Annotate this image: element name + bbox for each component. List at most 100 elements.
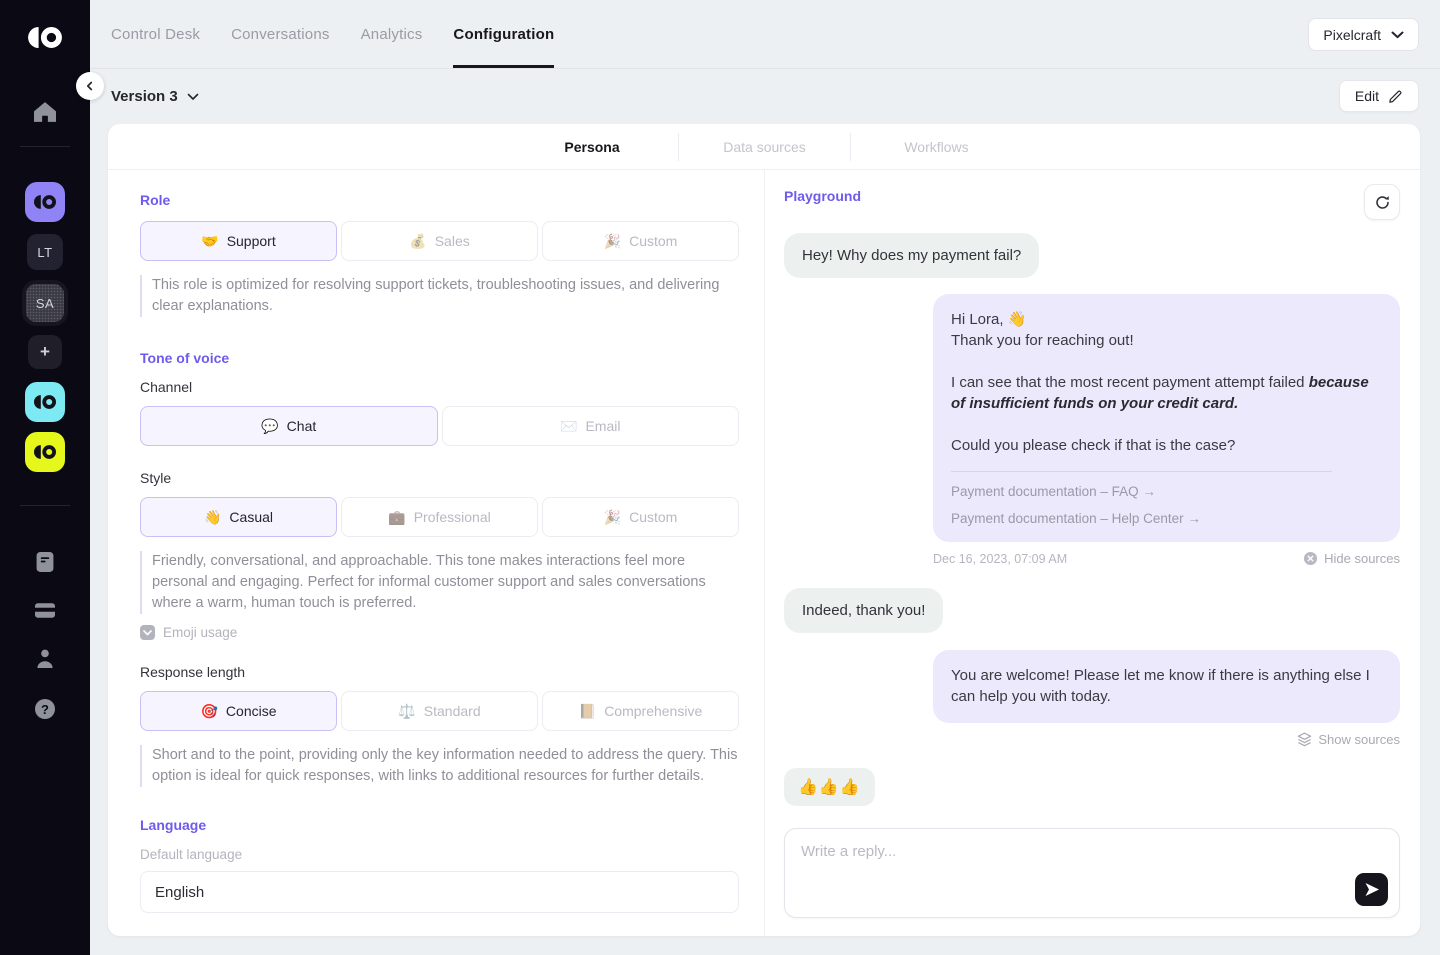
dart-icon: 🎯 xyxy=(200,703,217,720)
version-toolbar: Version 3 Edit xyxy=(90,69,1440,124)
role-option-label: Sales xyxy=(435,233,470,249)
tab-workflows[interactable]: Workflows xyxy=(850,133,1022,161)
channel-option-label: Email xyxy=(585,418,620,434)
style-option-casual[interactable]: 👋 Casual xyxy=(140,497,337,537)
response-length-options: 🎯 Concise ⚖️ Standard 📙 Comprehensive xyxy=(140,691,739,731)
balance-scale-icon: ⚖️ xyxy=(398,703,415,720)
hide-sources-button[interactable]: Hide sources xyxy=(1303,551,1400,566)
style-option-professional[interactable]: 💼 Professional xyxy=(341,497,538,537)
home-button[interactable] xyxy=(33,101,57,123)
speech-balloon-icon: 💬 xyxy=(261,418,278,435)
config-tabs: Persona Data sources Workflows xyxy=(108,124,1420,170)
length-option-concise[interactable]: 🎯 Concise xyxy=(140,691,337,731)
main-area: Control Desk Conversations Analytics Con… xyxy=(90,0,1440,955)
message-meta-row: Dec 16, 2023, 07:09 AM Hide sources xyxy=(933,551,1400,566)
workspace-tile-sa[interactable]: SA xyxy=(22,280,68,326)
workspace-lt-label: LT xyxy=(37,245,52,260)
workspace-tile-lt[interactable]: LT xyxy=(27,234,63,270)
role-options: 🤝 Support 💰 Sales 🎉 Custom xyxy=(140,221,739,261)
workspace-name: Pixelcraft xyxy=(1323,27,1381,43)
book-icon: 📙 xyxy=(579,703,596,720)
length-option-comprehensive[interactable]: 📙 Comprehensive xyxy=(542,691,739,731)
role-option-custom[interactable]: 🎉 Custom xyxy=(542,221,739,261)
source-link-help-center[interactable]: Payment documentation – Help Center → xyxy=(951,511,1201,526)
sidebar-collapse-button[interactable] xyxy=(76,72,104,100)
briefcase-icon: 💼 xyxy=(388,509,405,526)
tab-data-sources[interactable]: Data sources xyxy=(678,133,850,161)
emoji-usage-row: Emoji usage xyxy=(140,625,739,640)
nav-configuration[interactable]: Configuration xyxy=(453,0,554,68)
handshake-icon: 🤝 xyxy=(201,233,218,250)
style-options: 👋 Casual 💼 Professional 🎉 Custom xyxy=(140,497,739,537)
source-link-faq[interactable]: Payment documentation – FAQ → xyxy=(951,484,1156,499)
reaction-message: 👍👍👍 xyxy=(784,768,875,806)
layers-icon xyxy=(1297,732,1312,747)
nav-analytics[interactable]: Analytics xyxy=(361,0,423,68)
nav-control-desk[interactable]: Control Desk xyxy=(111,0,200,68)
emoji-usage-label: Emoji usage xyxy=(163,625,237,640)
configuration-card: Persona Data sources Workflows Role 🤝 Su… xyxy=(108,124,1420,936)
style-option-label: Professional xyxy=(414,509,491,525)
reply-input[interactable] xyxy=(785,829,1399,917)
plus-icon: + xyxy=(40,342,50,362)
tone-section-title: Tone of voice xyxy=(140,350,739,366)
account-button[interactable] xyxy=(36,649,54,668)
edit-button[interactable]: Edit xyxy=(1339,80,1419,112)
chat-transcript: Hey! Why does my payment fail? Hi Lora, … xyxy=(784,233,1400,918)
bot-message-line: I can see that the most recent payment a… xyxy=(951,372,1382,414)
workspace-tile-cyan[interactable] xyxy=(25,382,65,422)
tab-persona[interactable]: Persona xyxy=(506,133,678,161)
style-option-label: Custom xyxy=(629,509,677,525)
user-message: Hey! Why does my payment fail? xyxy=(784,233,1039,278)
bot-message: Hi Lora, 👋 Thank you for reaching out! I… xyxy=(933,294,1400,542)
role-description: This role is optimized for resolving sup… xyxy=(140,275,739,317)
bot-message-line: Could you please check if that is the ca… xyxy=(951,435,1382,456)
channel-option-chat[interactable]: 💬 Chat xyxy=(140,406,438,446)
hide-sources-label: Hide sources xyxy=(1324,551,1400,566)
language-section-title: Language xyxy=(140,817,739,833)
channel-option-email[interactable]: ✉️ Email xyxy=(442,406,740,446)
default-language-value: English xyxy=(155,884,204,901)
sidebar: LT SA + ? xyxy=(0,0,90,955)
default-language-label: Default language xyxy=(140,847,739,862)
nav-conversations[interactable]: Conversations xyxy=(231,0,329,68)
workspace-switcher-button[interactable]: Pixelcraft xyxy=(1308,18,1419,51)
user-message: Indeed, thank you! xyxy=(784,588,943,633)
refresh-icon xyxy=(1374,194,1391,211)
version-selector[interactable]: Version 3 xyxy=(111,88,199,105)
role-option-support[interactable]: 🤝 Support xyxy=(140,221,337,261)
billing-button[interactable] xyxy=(35,603,55,618)
length-option-label: Comprehensive xyxy=(604,703,702,719)
top-navigation: Control Desk Conversations Analytics Con… xyxy=(90,0,1440,69)
playground-title: Playground xyxy=(784,188,861,204)
show-sources-label: Show sources xyxy=(1318,732,1400,747)
role-option-sales[interactable]: 💰 Sales xyxy=(341,221,538,261)
default-language-select[interactable]: English xyxy=(140,871,739,913)
workspace-tile-purple[interactable] xyxy=(25,182,65,222)
show-sources-button[interactable]: Show sources xyxy=(1297,732,1400,747)
send-icon xyxy=(1364,882,1380,897)
channel-label: Channel xyxy=(140,379,739,395)
workspace-tile-yellow[interactable] xyxy=(25,432,65,472)
pencil-icon xyxy=(1388,89,1403,104)
home-icon xyxy=(34,102,56,122)
edit-label: Edit xyxy=(1355,88,1379,104)
credit-card-icon xyxy=(35,603,55,618)
style-option-label: Casual xyxy=(229,509,273,525)
style-option-custom[interactable]: 🎉 Custom xyxy=(542,497,739,537)
docs-button[interactable] xyxy=(36,552,54,572)
send-button[interactable] xyxy=(1355,873,1388,906)
add-workspace-button[interactable]: + xyxy=(28,335,62,369)
style-description: Friendly, conversational, and approachab… xyxy=(140,551,739,614)
help-button[interactable]: ? xyxy=(35,699,55,719)
emoji-usage-checkbox[interactable] xyxy=(140,625,155,640)
sidebar-divider xyxy=(20,146,70,147)
persona-form: Role 🤝 Support 💰 Sales 🎉 Custom T xyxy=(108,170,765,936)
bubble-divider xyxy=(951,471,1332,472)
length-option-standard[interactable]: ⚖️ Standard xyxy=(341,691,538,731)
party-popper-icon: 🎉 xyxy=(604,509,621,526)
bot-message: You are welcome! Please let me know if t… xyxy=(933,650,1400,723)
circle-x-icon xyxy=(1303,551,1318,566)
reset-conversation-button[interactable] xyxy=(1364,184,1400,220)
bot-message-line: Thank you for reaching out! xyxy=(951,330,1382,351)
